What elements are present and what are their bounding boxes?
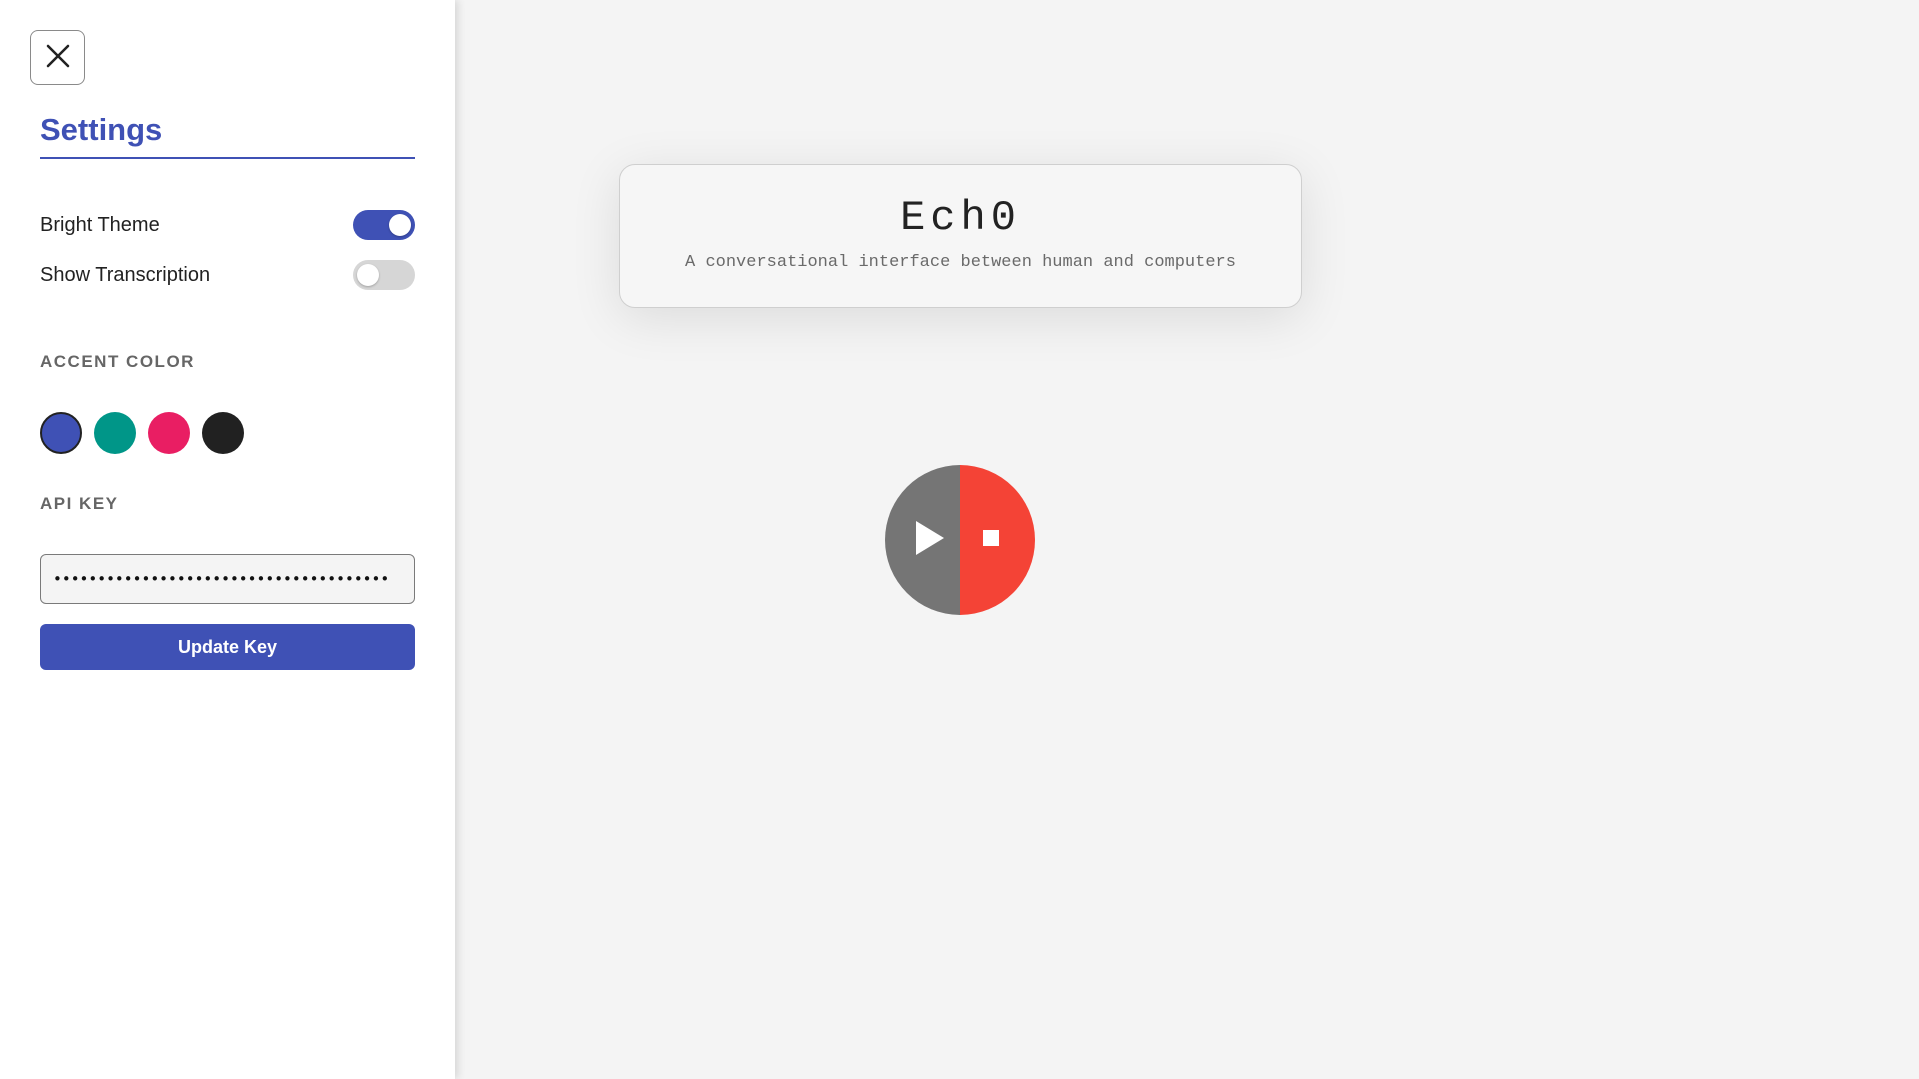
- accent-color-heading: ACCENT COLOR: [40, 352, 195, 371]
- stop-icon: [982, 529, 999, 551]
- api-key-heading: API KEY: [40, 494, 119, 513]
- main-area: Ech0 A conversational interface between …: [455, 0, 1919, 1079]
- bright-theme-row: Bright Theme: [40, 209, 415, 241]
- app-subtitle: A conversational interface between human…: [685, 253, 1236, 272]
- api-key-input[interactable]: [40, 554, 415, 604]
- app-header-card: Ech0 A conversational interface between …: [619, 164, 1302, 308]
- stop-button[interactable]: [960, 465, 1035, 615]
- close-button[interactable]: [30, 30, 85, 85]
- bright-theme-label: Bright Theme: [40, 213, 160, 236]
- accent-color-swatches: [40, 412, 244, 454]
- settings-sidebar: Settings Bright Theme Show Transcription…: [0, 0, 455, 1079]
- accent-swatch-teal[interactable]: [94, 412, 136, 454]
- show-transcription-row: Show Transcription: [40, 259, 415, 291]
- close-icon: [45, 43, 71, 72]
- settings-title: Settings: [40, 112, 415, 159]
- show-transcription-toggle[interactable]: [353, 260, 415, 290]
- accent-swatch-black[interactable]: [202, 412, 244, 454]
- bright-theme-toggle[interactable]: [353, 210, 415, 240]
- accent-swatch-pink[interactable]: [148, 412, 190, 454]
- toggle-knob: [357, 264, 379, 286]
- play-button[interactable]: [885, 465, 960, 615]
- toggle-knob: [389, 214, 411, 236]
- app-title: Ech0: [900, 194, 1021, 242]
- playback-control: [885, 465, 1035, 615]
- play-icon: [914, 519, 946, 562]
- accent-swatch-blue[interactable]: [40, 412, 82, 454]
- update-key-button[interactable]: Update Key: [40, 624, 415, 670]
- show-transcription-label: Show Transcription: [40, 263, 211, 286]
